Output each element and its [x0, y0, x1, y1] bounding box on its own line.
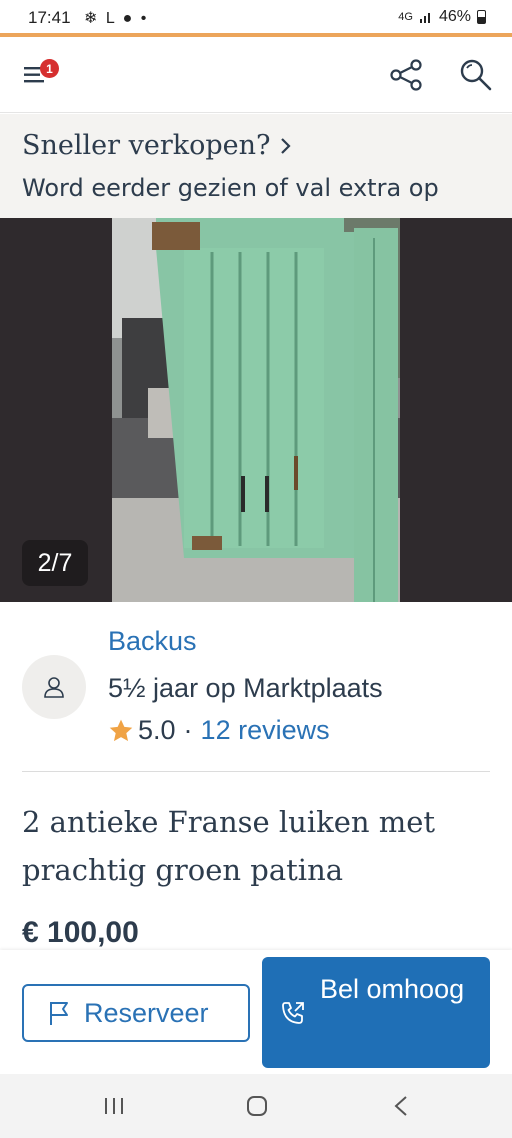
rating-separator: ·	[183, 715, 193, 745]
promo-title: Sneller verkopen?	[22, 130, 292, 161]
seller-member-since: 5½ jaar op Marktplaats	[108, 673, 383, 703]
listing-price: € 100,00	[22, 916, 139, 949]
status-system-icons: 4G 46%	[398, 8, 486, 26]
bel-omhoog-button[interactable]: Bel omhoog	[262, 957, 490, 1068]
promo-subtitle: Word eerder gezien of val extra op	[22, 174, 439, 202]
rating-value: 5.0	[138, 715, 176, 745]
divider	[22, 771, 490, 772]
status-time: 17:41	[28, 8, 71, 27]
phone-callback-icon	[282, 1002, 304, 1024]
status-bar: 17:41 ❄ L ● • 4G 46%	[0, 0, 512, 34]
reserve-button[interactable]: Reserveer	[22, 984, 250, 1042]
search-button[interactable]	[458, 57, 494, 93]
share-button[interactable]	[388, 57, 424, 93]
notification-badge: 1	[40, 59, 59, 78]
bel-omhoog-label: Bel omhoog	[320, 974, 465, 1004]
seller-name[interactable]: Backus	[108, 626, 197, 657]
home-icon[interactable]	[246, 1095, 268, 1117]
reserve-button-label: Reserveer	[84, 997, 209, 1028]
back-icon[interactable]	[393, 1095, 409, 1117]
image-gallery[interactable]: 2/7	[0, 218, 512, 602]
recent-apps-icon[interactable]	[103, 1096, 125, 1116]
flag-icon	[50, 1002, 68, 1025]
seller-rating: 5.0 · 12 reviews	[108, 715, 330, 746]
chevron-right-icon	[281, 137, 292, 154]
share-icon	[390, 59, 422, 91]
reviews-link[interactable]: 12 reviews	[201, 715, 330, 746]
promo-banner[interactable]: Sneller verkopen? Word eerder gezien of …	[0, 114, 512, 218]
signal-icon	[419, 13, 430, 23]
status-notification-icons: ❄ L ● •	[84, 10, 149, 27]
listing-title: 2 antieke Franse luiken met prachtig gro…	[22, 805, 436, 887]
star-icon	[109, 719, 133, 741]
action-bar: Reserveer Bel omhoog	[0, 950, 512, 1074]
promo-title-text: Sneller verkopen?	[22, 130, 271, 161]
image-counter: 2/7	[22, 540, 88, 586]
avatar	[22, 655, 86, 719]
listing-photo[interactable]	[112, 218, 400, 602]
menu-button[interactable]: 1	[20, 59, 60, 93]
app-bar: 1	[0, 37, 512, 113]
user-icon	[44, 677, 64, 698]
seller-info[interactable]: Backus 5½ jaar op Marktplaats 5.0 · 12 r…	[0, 602, 512, 772]
search-icon	[460, 59, 492, 91]
network-type: 4G	[398, 11, 413, 23]
battery-percent: 46%	[438, 8, 471, 25]
battery-icon	[477, 10, 486, 24]
system-nav-bar	[0, 1074, 512, 1138]
